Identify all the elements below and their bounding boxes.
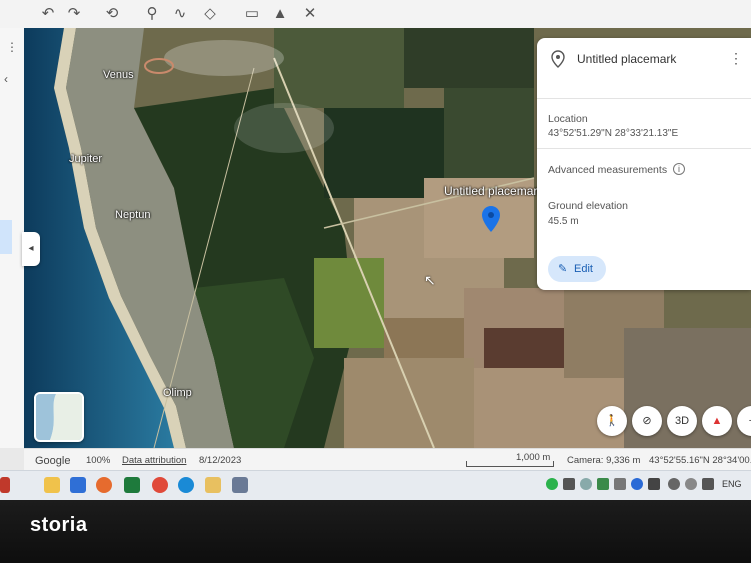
watermark-logo: storia [30, 514, 88, 536]
toolbar: ↶ ↷ ⟲ ⚲ ∿ ◇ ▭ ▲ ✕ [0, 0, 751, 29]
map-label-jupiter: Jupiter [69, 153, 103, 165]
shield-icon[interactable] [580, 478, 592, 490]
battery-icon[interactable] [702, 478, 714, 490]
whatsapp-icon[interactable] [546, 478, 558, 490]
ruler-icon[interactable]: ▭ [242, 4, 262, 24]
phone-icon[interactable] [614, 478, 626, 490]
info-icon[interactable]: i [673, 163, 685, 175]
advanced-measurements-label: Advanced measurements [548, 164, 668, 176]
edit-button[interactable]: ✎ Edit [548, 256, 606, 282]
map-label-neptun: Neptun [115, 209, 151, 221]
redo-icon[interactable]: ↷ [64, 4, 84, 24]
history-icon[interactable]: ⟲ [102, 4, 122, 24]
menu-dots-icon[interactable]: ⋮ [6, 40, 18, 54]
layers-icon[interactable]: ◇ [200, 4, 220, 24]
ground-elevation-label: Ground elevation [548, 200, 628, 212]
divider [537, 148, 751, 149]
device-icon[interactable] [648, 478, 660, 490]
location-value: 43°52'51.29"N 28°33'21.13"E [548, 128, 679, 139]
panel-title[interactable]: Untitled placemark [577, 52, 676, 66]
status-bar: Google 100% Data attribution 8/12/2023 1… [24, 448, 751, 471]
pencil-icon: ✎ [558, 263, 568, 275]
mouse-cursor-icon: ↖ [424, 272, 436, 288]
compass-reset-icon[interactable]: ⊘ [632, 406, 662, 436]
location-label: Location [548, 113, 588, 125]
placemark-pin-icon[interactable] [482, 206, 500, 232]
language-indicator[interactable]: ENG [722, 479, 742, 489]
taskbar: ENG [0, 470, 751, 500]
placemark-info-panel: Untitled placemark ⋮ Location 43°52'51.2… [537, 38, 751, 290]
wifi-icon[interactable] [668, 478, 680, 490]
google-logo: Google [35, 455, 71, 467]
map-label-olimp: Olimp [163, 387, 192, 399]
north-compass-icon[interactable]: ▲ [702, 406, 732, 436]
app-window-icon[interactable] [232, 477, 248, 493]
path-tool-icon[interactable]: ∿ [170, 4, 190, 24]
zoom-level: 100% [86, 455, 111, 466]
start-app-icon[interactable] [0, 477, 10, 493]
folder-icon[interactable] [205, 477, 221, 493]
street-view-pegman-icon[interactable]: 🚶 [597, 406, 627, 436]
edit-button-label: Edit [574, 263, 593, 275]
measure-icon[interactable]: ✕ [300, 4, 320, 24]
edge-icon[interactable] [178, 477, 194, 493]
placemark-icon [551, 50, 565, 68]
imagery-date: 8/12/2023 [199, 455, 242, 466]
firefox-icon[interactable] [96, 477, 112, 493]
sidebar-selected-marker [0, 220, 12, 254]
tray-app-icon[interactable] [597, 478, 609, 490]
placemark-tool-icon[interactable]: ⚲ [142, 4, 162, 24]
volume-icon[interactable] [685, 478, 697, 490]
scale-label: 1,000 m [516, 452, 551, 463]
chrome-icon[interactable] [152, 477, 168, 493]
store-icon[interactable] [70, 477, 86, 493]
laptop-bezel [0, 500, 751, 563]
map-label-venus: Venus [103, 69, 134, 81]
ground-elevation-value: 45.5 m [548, 216, 579, 227]
image-icon[interactable]: ▲ [270, 4, 290, 24]
cursor-coordinates: 43°52'55.16"N 28°34'00.0 [649, 455, 751, 466]
placemark-label: Untitled placemark [444, 184, 544, 198]
screen: ↶ ↷ ⟲ ⚲ ∿ ◇ ▭ ▲ ✕ ⋮ ‹ Venus Jupiter Nept… [0, 0, 751, 500]
collapse-arrow-icon[interactable]: ‹ [4, 72, 8, 86]
file-explorer-icon[interactable] [44, 477, 60, 493]
undo-icon[interactable]: ↶ [38, 4, 58, 24]
b-app-icon[interactable] [563, 478, 575, 490]
bluetooth-icon[interactable] [631, 478, 643, 490]
excel-icon[interactable] [124, 477, 140, 493]
toggle-3d-button[interactable]: 3D [667, 406, 697, 436]
more-options-icon[interactable]: ⋮ [729, 50, 743, 67]
basemap-thumbnail[interactable] [34, 392, 84, 442]
data-attribution-link[interactable]: Data attribution [122, 455, 186, 466]
camera-altitude: Camera: 9,336 m [567, 455, 641, 466]
divider [537, 98, 751, 99]
map-style-icon [36, 394, 82, 440]
expand-sidebar-handle[interactable]: ◂ [22, 232, 40, 266]
